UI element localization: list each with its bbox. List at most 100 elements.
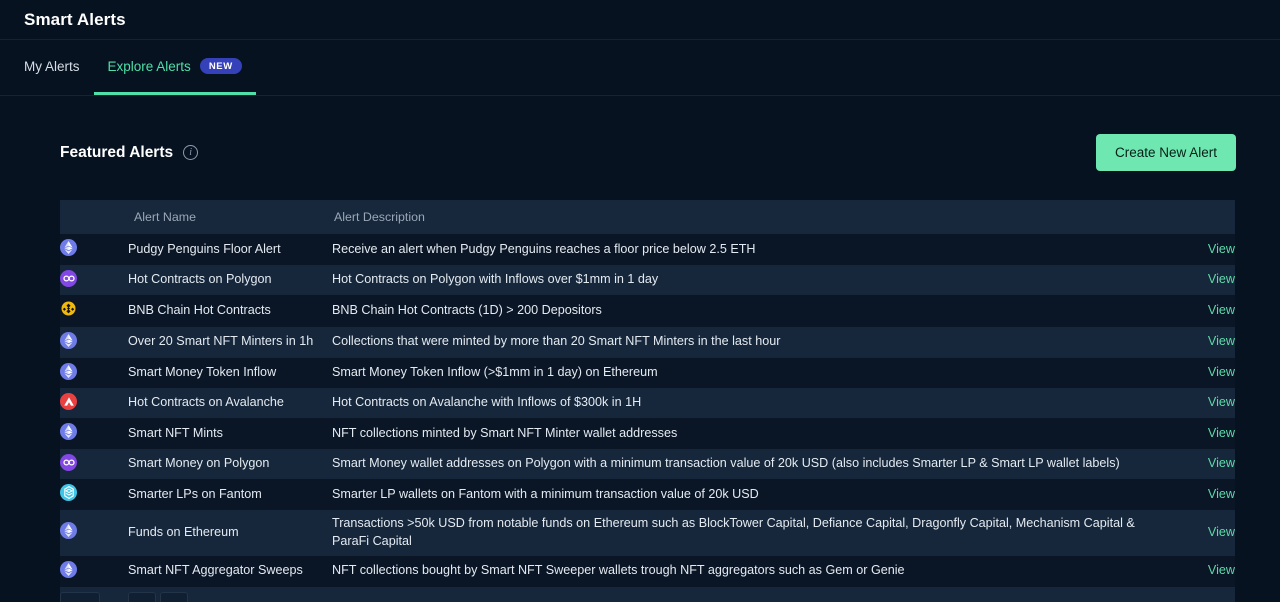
row-action-cell: View (1162, 388, 1235, 418)
row-alert-name (128, 587, 332, 602)
column-header-chain (60, 200, 128, 234)
tab-my-alerts[interactable]: My Alerts (24, 40, 94, 95)
table-head: Alert Name Alert Description (60, 200, 1235, 234)
row-chain-icon-cell (60, 358, 128, 389)
column-header-alert-description: Alert Description (332, 200, 1162, 234)
row-action-cell (1162, 587, 1235, 602)
table-row[interactable]: Smart Money Token Inflow Smart Money Toke… (60, 357, 1235, 389)
app-header: Smart Alerts (0, 0, 1280, 40)
view-link[interactable]: View (1208, 303, 1235, 317)
ethereum-chain-icon (60, 522, 77, 540)
avalanche-chain-icon (60, 393, 77, 411)
featured-alerts-header: Featured Alerts i Create New Alert (60, 134, 1236, 171)
row-alert-name: Pudgy Penguins Floor Alert (128, 241, 281, 256)
ethereum-chain-icon (60, 331, 77, 349)
row-alert-description: Hot Contracts on Polygon with Inflows ov… (332, 271, 659, 286)
row-chain-icon-cell (60, 556, 128, 587)
row-alert-name: Over 20 Smart NFT Minters in 1h (128, 334, 314, 349)
page-title: Smart Alerts (24, 9, 126, 29)
row-action-cell: View (1162, 265, 1235, 295)
tab-explore-alerts[interactable]: Explore Alerts NEW (93, 40, 256, 95)
row-chain-icon-cell (60, 418, 128, 449)
row-alert-name: Smarter LPs on Fantom (128, 486, 262, 501)
row-alert-description: NFT collections bought by Smart NFT Swee… (332, 563, 905, 578)
view-link[interactable]: View (1208, 272, 1235, 286)
row-action-cell: View (1162, 234, 1235, 265)
row-chain-icon-cell (60, 479, 128, 510)
fantom-chain-icon (60, 484, 77, 501)
row-action-cell: View (1162, 449, 1235, 479)
ethereum-chain-icon (60, 560, 77, 578)
view-link[interactable]: View (1208, 334, 1235, 348)
row-alert-description: Collections that were minted by more tha… (332, 334, 781, 349)
tab-bar: My Alerts Explore Alerts NEW (0, 40, 1280, 96)
view-link[interactable]: View (1208, 563, 1235, 577)
new-badge: NEW (199, 57, 242, 75)
row-chain-icon-cell (60, 388, 128, 418)
row-action-cell: View (1162, 510, 1235, 556)
row-chain-icon-cell (60, 510, 128, 556)
view-link[interactable]: View (1208, 395, 1235, 409)
partial-content (60, 591, 100, 602)
row-alert-description: Transactions >50k USD from notable funds… (332, 515, 1135, 548)
row-chain-icon-cell (60, 449, 128, 479)
tab-my-alerts-label: My Alerts (24, 58, 80, 74)
table-row[interactable]: Funds on Ethereum Transactions >50k USD f… (60, 509, 1235, 556)
row-alert-description: Receive an alert when Pudgy Penguins rea… (332, 241, 756, 256)
row-alert-description: Smarter LP wallets on Fantom with a mini… (332, 486, 759, 501)
section-title: Featured Alerts (60, 143, 174, 161)
row-chain-icon-cell (60, 327, 128, 358)
tab-explore-alerts-label: Explore Alerts (107, 58, 191, 74)
column-header-action (1162, 200, 1235, 234)
table-row[interactable]: Smart NFT Aggregator Sweeps NFT collectio… (60, 555, 1235, 587)
bnb-chain-icon (60, 299, 77, 317)
row-alert-description: BNB Chain Hot Contracts (1D) > 200 Depos… (332, 302, 602, 317)
row-action-cell: View (1162, 295, 1235, 327)
view-link[interactable]: View (1208, 242, 1235, 256)
partial-content (128, 591, 156, 602)
view-link[interactable]: View (1208, 426, 1235, 440)
row-alert-name: Smart Money Token Inflow (128, 365, 277, 379)
ethereum-chain-icon (60, 423, 77, 441)
table-body: Pudgy Penguins Floor Alert Receive an ale… (60, 234, 1235, 602)
view-link[interactable]: View (1208, 365, 1235, 379)
main-content: Featured Alerts i Create New Alert Alert… (0, 96, 1280, 602)
row-action-cell: View (1162, 479, 1235, 510)
row-alert-name: Hot Contracts on Avalanche (128, 395, 284, 410)
row-alert-description (332, 587, 1162, 602)
table-row[interactable]: Hot Contracts on Avalanche Hot Contracts … (60, 388, 1235, 419)
row-chain-icon-cell (60, 265, 128, 295)
row-chain-icon-cell (60, 295, 128, 327)
table-row-partial[interactable] (60, 586, 1235, 602)
ethereum-chain-icon (60, 239, 77, 256)
row-chain-icon-cell (60, 587, 128, 602)
info-icon[interactable]: i (183, 145, 199, 160)
row-alert-name: Smart NFT Aggregator Sweeps (128, 563, 303, 578)
create-new-alert-button[interactable]: Create New Alert (1095, 134, 1236, 171)
table-row[interactable]: BNB Chain Hot Contracts BNB Chain Hot Con… (60, 294, 1235, 327)
table-row[interactable]: Smart NFT Mints NFT collections minted by… (60, 418, 1235, 450)
row-alert-name: BNB Chain Hot Contracts (128, 302, 271, 317)
row-alert-description: Smart Money wallet addresses on Polygon … (332, 456, 1120, 471)
row-alert-description: Smart Money Token Inflow (>$1mm in 1 day… (332, 365, 658, 379)
view-link[interactable]: View (1208, 525, 1235, 539)
table-row[interactable]: Smarter LPs on Fantom Smarter LP wallets … (60, 479, 1235, 510)
ethereum-chain-icon (60, 362, 77, 380)
row-alert-name: Smart NFT Mints (128, 425, 223, 440)
view-link[interactable]: View (1208, 487, 1235, 501)
table-header-row: Alert Name Alert Description (60, 200, 1235, 234)
view-link[interactable]: View (1208, 456, 1235, 470)
polygon-chain-icon (60, 269, 77, 287)
table-row[interactable]: Over 20 Smart NFT Minters in 1h Collectio… (60, 326, 1235, 358)
row-action-cell: View (1162, 327, 1235, 358)
row-chain-icon-cell (60, 234, 128, 265)
table-row[interactable]: Smart Money on Polygon Smart Money wallet… (60, 449, 1235, 479)
table-row[interactable]: Hot Contracts on Polygon Hot Contracts on… (60, 264, 1235, 295)
polygon-chain-icon (60, 454, 77, 472)
row-action-cell: View (1162, 556, 1235, 587)
column-header-alert-name: Alert Name (128, 200, 332, 234)
row-alert-name: Smart Money on Polygon (128, 456, 270, 471)
featured-alerts-table: Alert Name Alert Description Pudgy Pengu… (60, 200, 1235, 602)
row-action-cell: View (1162, 358, 1235, 389)
table-row[interactable]: Pudgy Penguins Floor Alert Receive an ale… (60, 234, 1235, 265)
